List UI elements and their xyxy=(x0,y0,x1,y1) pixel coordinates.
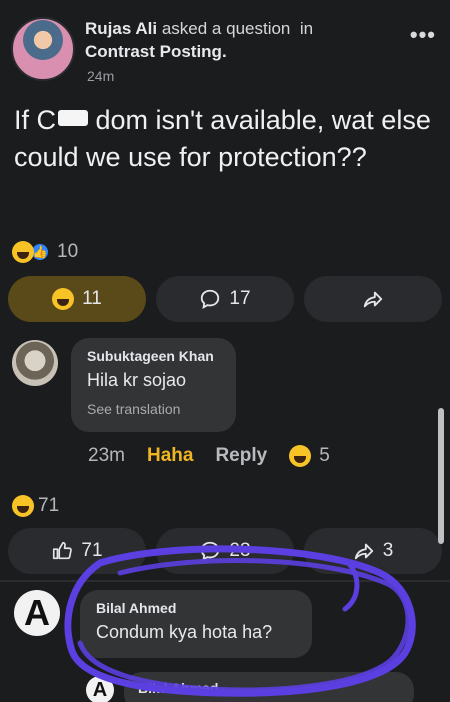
post-action-bar-2: 71 23 3 xyxy=(8,528,442,574)
comment-count: 17 xyxy=(229,288,251,309)
haha-react-link[interactable]: Haha xyxy=(147,445,193,467)
comment-icon xyxy=(201,541,220,561)
comment-button-2[interactable]: 23 xyxy=(156,528,294,574)
more-options-button[interactable]: ••• xyxy=(410,22,436,48)
author-avatar[interactable] xyxy=(11,17,75,81)
letter-a-logo-icon: A xyxy=(24,592,50,633)
reaction-summary[interactable]: 👍 10 xyxy=(12,241,78,263)
reaction-count: 10 xyxy=(57,241,79,262)
author-name[interactable]: Rujas Ali xyxy=(85,19,157,38)
reaction-summary-2[interactable]: 71 xyxy=(12,495,59,517)
author-line: Rujas Ali asked a question in xyxy=(85,18,313,40)
like-count: 71 xyxy=(81,540,103,561)
share-button[interactable] xyxy=(304,276,442,322)
commenter-name[interactable]: Subuktageen Khan xyxy=(87,348,220,364)
comment-icon xyxy=(201,289,220,309)
post-action-bar: 11 17 xyxy=(8,276,442,322)
letter-a-logo-icon: A xyxy=(92,678,108,701)
group-name[interactable]: Contrast Posting. xyxy=(85,42,227,62)
comment-button[interactable]: 17 xyxy=(156,276,294,322)
haha-emoji-icon xyxy=(52,288,75,310)
haha-emoji-icon xyxy=(12,495,34,517)
haha-emoji-icon xyxy=(289,445,312,467)
comment-count-2: 23 xyxy=(229,540,251,561)
reaction-count-2: 71 xyxy=(38,495,60,516)
post-time: 24m xyxy=(87,68,115,84)
thumbs-up-icon xyxy=(53,541,73,560)
in-word: in xyxy=(299,19,314,38)
comment-reaction-count[interactable]: 5 xyxy=(289,445,330,467)
comment-bubble-3: Bilal Ahmed xyxy=(124,672,414,702)
comment-bubble: Subuktageen Khan Hila kr sojao See trans… xyxy=(71,338,236,432)
comment-meta: 23m Haha Reply 5 xyxy=(88,445,330,467)
comment-text-2: Condum kya hota ha? xyxy=(96,622,273,642)
comment-text: Hila kr sojao xyxy=(87,370,187,390)
commenter-avatar-2[interactable]: A xyxy=(14,590,60,636)
action-text: asked a question xyxy=(161,19,291,38)
question-text: If C dom isn't available, wat else could… xyxy=(14,102,438,176)
censor-patch xyxy=(58,110,89,126)
question-prefix: If C xyxy=(14,105,57,135)
divider xyxy=(0,580,450,582)
see-translation-link[interactable]: See translation xyxy=(87,401,220,417)
comment-bubble-2: Bilal Ahmed Condum kya hota ha? xyxy=(80,590,312,658)
reply-link[interactable]: Reply xyxy=(215,445,267,467)
haha-react-button[interactable]: 11 xyxy=(8,276,146,322)
commenter-name-2[interactable]: Bilal Ahmed xyxy=(96,600,296,616)
share-button-2[interactable]: 3 xyxy=(304,528,442,574)
post-header: Rujas Ali asked a question in Contrast P… xyxy=(0,0,450,92)
scrollbar-thumb[interactable] xyxy=(438,408,444,544)
share-count: 3 xyxy=(382,540,394,561)
haha-emoji-icon xyxy=(12,241,34,263)
share-arrow-icon xyxy=(363,291,383,308)
commenter-avatar[interactable] xyxy=(12,340,58,386)
comment-time: 23m xyxy=(88,445,125,466)
share-arrow-icon xyxy=(354,543,373,560)
commenter-avatar-3[interactable]: A xyxy=(86,676,114,702)
haha-count: 11 xyxy=(82,288,102,309)
like-button[interactable]: 71 xyxy=(8,528,146,574)
commenter-name-3[interactable]: Bilal Ahmed xyxy=(138,680,400,696)
comment-reaction-number: 5 xyxy=(319,445,330,466)
